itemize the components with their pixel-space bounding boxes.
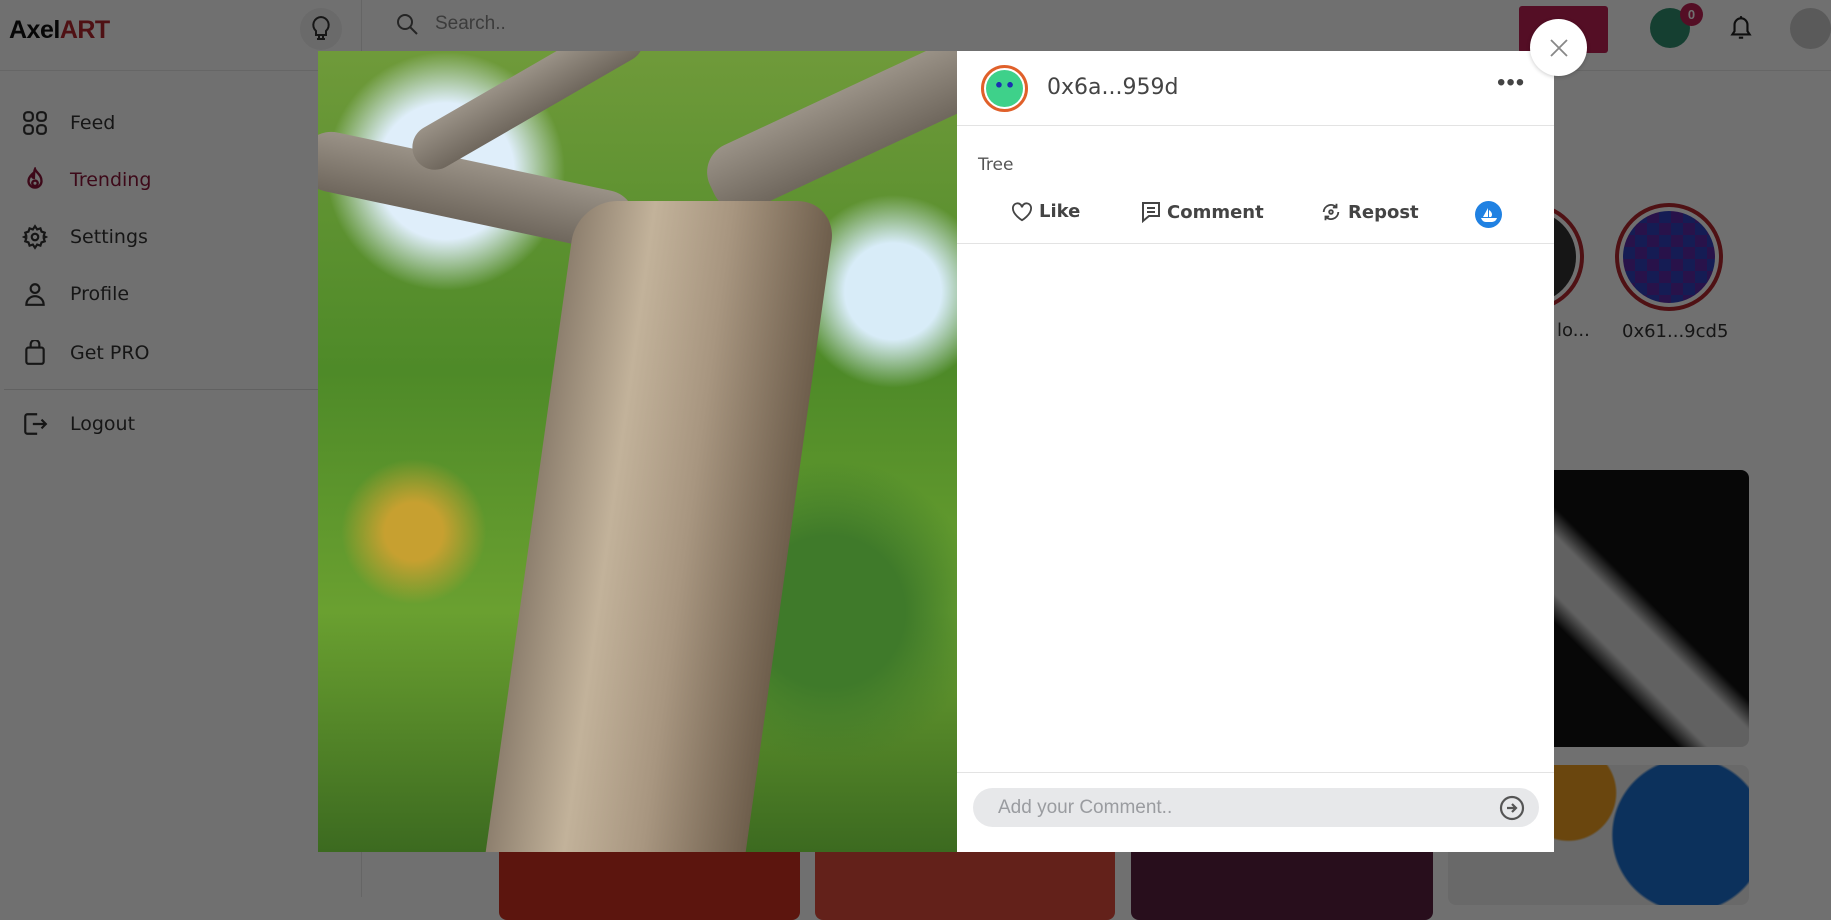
author-avatar[interactable] [981,65,1028,112]
author-username[interactable]: 0x6a...959d [1047,75,1178,100]
sidebar-item-label: Settings [70,226,148,248]
sidebar-item-settings[interactable]: Settings [22,224,148,250]
search-bar[interactable] [395,12,1035,36]
post-detail-panel: 0x6a...959d ••• Tree Like Comment Repost [957,51,1554,852]
more-options-icon[interactable]: ••• [1497,69,1525,97]
story-label: 0x61...9cd5 [1622,321,1729,342]
sidebar: AxelART Feed Trending Settings Profile G… [0,0,362,897]
flame-icon [27,167,43,189]
post-card[interactable] [1131,840,1433,920]
sidebar-item-label: Get PRO [70,342,150,364]
comment-input[interactable] [998,796,1478,819]
shopping-bag-icon [25,340,45,365]
logo[interactable]: AxelART [9,16,110,45]
notifications-button[interactable] [1728,14,1754,47]
footer-divider [957,772,1554,773]
heart-icon [1012,201,1032,221]
post-caption: Tree [978,155,1014,175]
comment-button[interactable]: Comment [1141,201,1264,223]
logout-icon [24,413,48,435]
sidebar-item-get-pro[interactable]: Get PRO [22,340,150,366]
bell-icon [1730,16,1752,39]
theme-toggle-button[interactable] [300,8,342,50]
opensea-button[interactable] [1475,201,1502,228]
sidebar-item-profile[interactable]: Profile [22,281,129,307]
post-header: 0x6a...959d ••• [957,51,1554,126]
post-image [318,51,957,852]
post-card[interactable] [499,840,800,920]
cart-badge: 0 [1680,3,1703,26]
like-button[interactable]: Like [1011,201,1080,222]
sidebar-item-label: Feed [70,112,116,134]
grid-icon [23,111,47,135]
story-avatar[interactable] [1615,203,1723,311]
sidebar-item-feed[interactable]: Feed [22,110,115,136]
repost-icon [1322,203,1340,221]
comment-icon [1142,202,1160,223]
post-card[interactable] [815,840,1115,920]
gear-icon [22,224,48,250]
close-modal-button[interactable] [1530,19,1587,76]
comment-box [973,788,1539,827]
sidebar-item-label: Logout [70,413,136,435]
send-arrow-icon[interactable] [1499,795,1525,821]
repost-button[interactable]: Repost [1320,201,1419,223]
story-label: lo... [1557,320,1590,341]
user-icon [25,283,45,306]
opensea-icon [1480,207,1497,222]
sidebar-item-logout[interactable]: Logout [22,411,135,437]
sidebar-item-label: Profile [70,283,130,305]
user-avatar[interactable] [1790,8,1831,49]
sidebar-divider [4,389,362,390]
search-input[interactable] [435,13,1035,35]
sidebar-item-label: Trending [70,169,152,191]
lightbulb-icon [312,15,330,40]
close-icon [1549,38,1568,57]
search-icon [397,14,418,35]
sidebar-item-trending[interactable]: Trending [22,167,151,193]
actions-divider [957,243,1554,244]
